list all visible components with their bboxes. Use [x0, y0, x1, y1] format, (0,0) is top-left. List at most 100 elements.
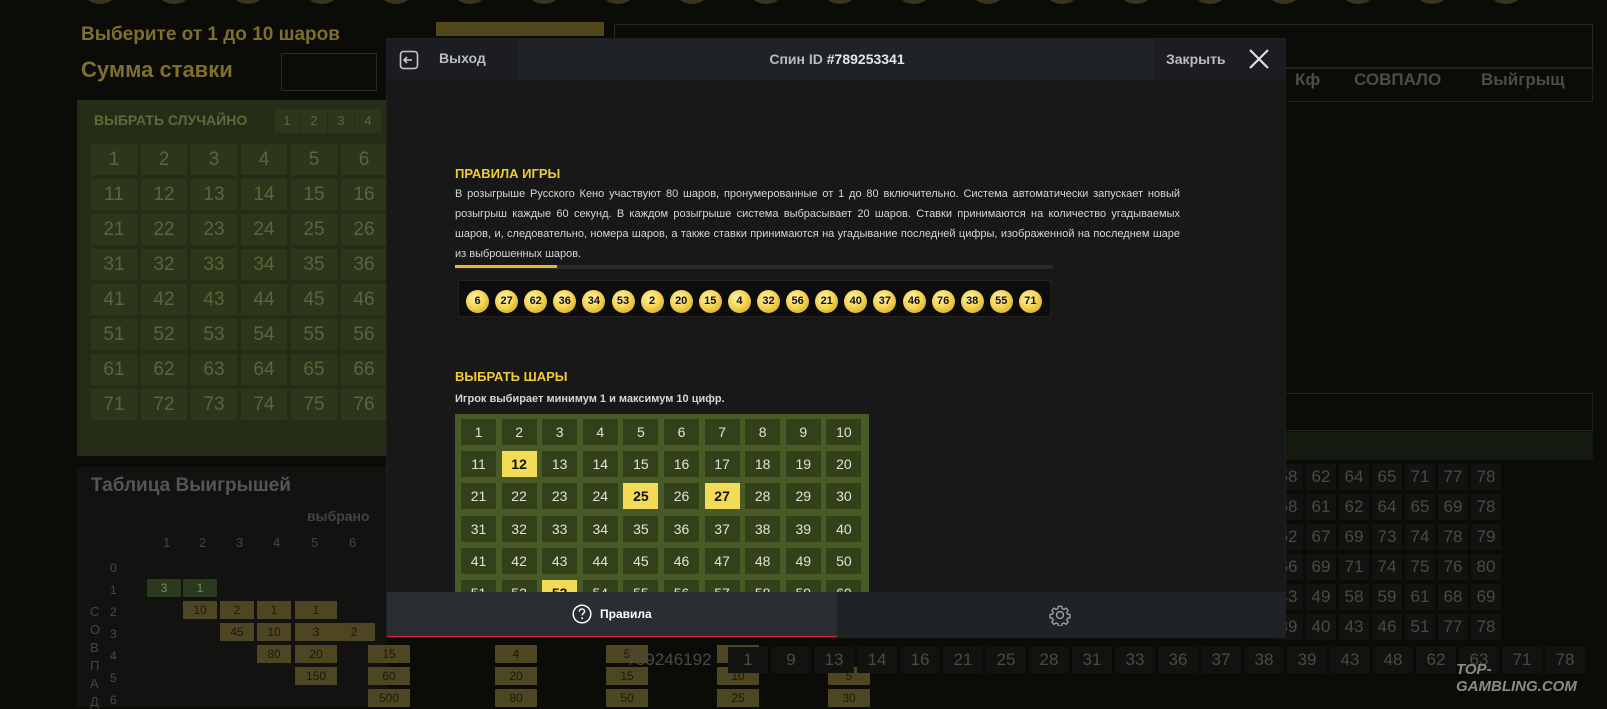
background-number-cell[interactable]: 4 — [241, 144, 287, 175]
number-cell[interactable]: 44 — [582, 547, 618, 574]
modal-body[interactable]: ПРАВИЛА ИГРЫ В розыгрыше Русского Кено у… — [387, 80, 1285, 632]
background-number-cell[interactable]: 25 — [291, 214, 337, 245]
background-number-cell[interactable]: 74 — [241, 389, 287, 420]
random-pick-button[interactable]: ВЫБРАТЬ СЛУЧАЙНО — [94, 112, 247, 128]
number-cell[interactable]: 1 — [461, 419, 496, 445]
background-number-cell[interactable]: 6 — [341, 144, 387, 175]
number-cell[interactable]: 38 — [745, 515, 781, 542]
number-cell[interactable]: 5 — [623, 419, 659, 445]
number-cell[interactable]: 29 — [785, 483, 821, 510]
close-button[interactable]: Закрыть — [1154, 39, 1285, 80]
background-number-cell[interactable]: 55 — [291, 319, 337, 350]
background-number-cell[interactable]: 54 — [241, 319, 287, 350]
close-icon[interactable] — [1248, 48, 1270, 70]
background-number-cell[interactable]: 73 — [191, 389, 237, 420]
number-cell[interactable]: 26 — [664, 483, 699, 510]
selected-number-cell[interactable]: 27 — [704, 483, 740, 510]
number-cell[interactable]: 35 — [623, 515, 659, 542]
background-number-cell[interactable]: 46 — [341, 284, 387, 315]
stake-input[interactable] — [281, 53, 377, 91]
number-cell[interactable]: 39 — [785, 515, 821, 542]
number-cell[interactable]: 17 — [704, 451, 740, 478]
number-cell[interactable]: 42 — [501, 547, 537, 574]
background-number-cell[interactable]: 75 — [291, 389, 337, 420]
number-cell[interactable]: 36 — [664, 515, 699, 542]
number-cell[interactable]: 24 — [582, 483, 618, 510]
background-number-cell[interactable]: 72 — [141, 389, 187, 420]
background-number-cell[interactable]: 13 — [191, 179, 237, 210]
number-cell[interactable]: 11 — [461, 451, 496, 478]
background-number-cell[interactable]: 64 — [241, 354, 287, 385]
background-number-cell[interactable]: 5 — [291, 144, 337, 175]
random-count-tab[interactable]: 1 — [274, 109, 300, 133]
number-cell[interactable]: 33 — [542, 515, 578, 542]
background-number-cell[interactable]: 36 — [341, 249, 387, 280]
background-number-cell[interactable]: 2 — [141, 144, 187, 175]
background-number-cell[interactable]: 24 — [241, 214, 287, 245]
random-count-tab[interactable]: 4 — [355, 109, 381, 133]
background-number-cell[interactable]: 65 — [291, 354, 337, 385]
number-cell[interactable]: 6 — [664, 419, 699, 445]
background-number-cell[interactable]: 71 — [91, 389, 137, 420]
number-cell[interactable]: 10 — [826, 419, 862, 445]
random-count-tab[interactable]: 3 — [328, 109, 354, 133]
number-cell[interactable]: 2 — [501, 419, 537, 445]
background-number-cell[interactable]: 14 — [241, 179, 287, 210]
number-cell[interactable]: 48 — [745, 547, 781, 574]
background-number-cell[interactable]: 3 — [191, 144, 237, 175]
background-number-cell[interactable]: 51 — [91, 319, 137, 350]
random-count-tab[interactable]: 2 — [301, 109, 327, 133]
number-cell[interactable]: 50 — [826, 547, 862, 574]
number-cell[interactable]: 7 — [704, 419, 740, 445]
background-number-cell[interactable]: 23 — [191, 214, 237, 245]
background-number-cell[interactable]: 32 — [141, 249, 187, 280]
background-number-cell[interactable]: 62 — [141, 354, 187, 385]
number-cell[interactable]: 13 — [542, 451, 578, 478]
number-cell[interactable]: 19 — [785, 451, 821, 478]
background-number-cell[interactable]: 15 — [291, 179, 337, 210]
number-cell[interactable]: 4 — [582, 419, 618, 445]
background-number-cell[interactable]: 41 — [91, 284, 137, 315]
selected-number-cell[interactable]: 12 — [501, 451, 537, 478]
selected-number-cell[interactable]: 25 — [623, 483, 659, 510]
background-number-cell[interactable]: 42 — [141, 284, 187, 315]
number-cell[interactable]: 41 — [461, 547, 496, 574]
background-number-cell[interactable]: 52 — [141, 319, 187, 350]
tab-rules[interactable]: Правила — [387, 592, 837, 637]
number-cell[interactable]: 31 — [461, 515, 496, 542]
background-number-cell[interactable]: 12 — [141, 179, 187, 210]
background-number-cell[interactable]: 1 — [91, 144, 137, 175]
number-cell[interactable]: 18 — [745, 451, 781, 478]
background-number-cell[interactable]: 53 — [191, 319, 237, 350]
tab-settings[interactable] — [837, 592, 1285, 637]
number-cell[interactable]: 23 — [542, 483, 578, 510]
background-number-cell[interactable]: 33 — [191, 249, 237, 280]
number-cell[interactable]: 20 — [826, 451, 862, 478]
background-number-cell[interactable]: 26 — [341, 214, 387, 245]
background-number-cell[interactable]: 22 — [141, 214, 187, 245]
number-cell[interactable]: 46 — [664, 547, 699, 574]
background-number-cell[interactable]: 44 — [241, 284, 287, 315]
background-number-cell[interactable]: 34 — [241, 249, 287, 280]
background-number-cell[interactable]: 61 — [91, 354, 137, 385]
number-cell[interactable]: 47 — [704, 547, 740, 574]
background-number-cell[interactable]: 21 — [91, 214, 137, 245]
background-number-cell[interactable]: 16 — [341, 179, 387, 210]
number-cell[interactable]: 3 — [542, 419, 578, 445]
background-number-cell[interactable]: 45 — [291, 284, 337, 315]
background-number-cell[interactable]: 35 — [291, 249, 337, 280]
number-cell[interactable]: 28 — [745, 483, 781, 510]
background-number-cell[interactable]: 31 — [91, 249, 137, 280]
background-number-cell[interactable]: 43 — [191, 284, 237, 315]
background-number-cell[interactable]: 66 — [341, 354, 387, 385]
number-cell[interactable]: 37 — [704, 515, 740, 542]
number-cell[interactable]: 21 — [461, 483, 496, 510]
number-cell[interactable]: 40 — [826, 515, 862, 542]
number-cell[interactable]: 34 — [582, 515, 618, 542]
background-number-cell[interactable]: 63 — [191, 354, 237, 385]
number-cell[interactable]: 8 — [745, 419, 781, 445]
number-cell[interactable]: 43 — [542, 547, 578, 574]
number-cell[interactable]: 30 — [826, 483, 862, 510]
background-number-cell[interactable]: 56 — [341, 319, 387, 350]
number-cell[interactable]: 15 — [623, 451, 659, 478]
